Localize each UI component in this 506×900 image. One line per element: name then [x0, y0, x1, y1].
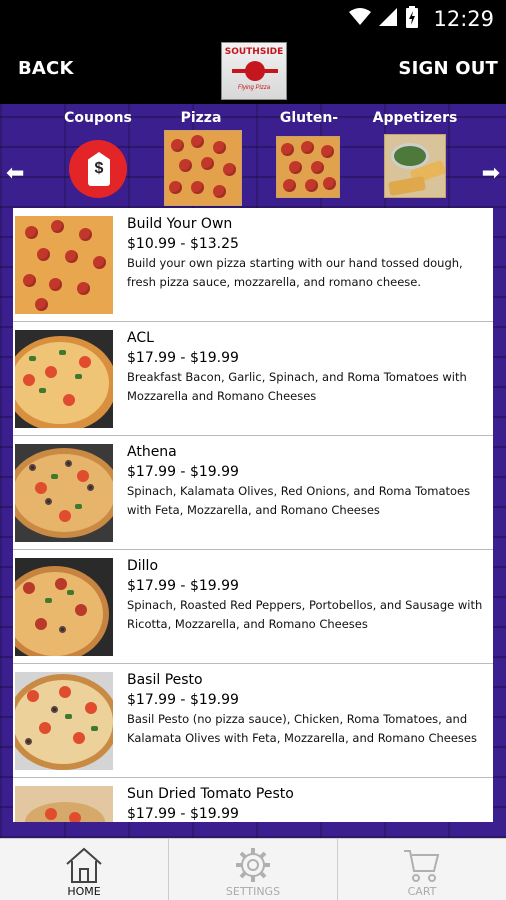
- category-pizza[interactable]: Pizza: [156, 104, 246, 206]
- menu-item-acl[interactable]: ACL $17.99 - $19.99 Breakfast Bacon, Gar…: [13, 322, 493, 436]
- status-bar: 12:29: [0, 0, 506, 38]
- pizza-image: [15, 558, 113, 656]
- pizza-image: [15, 672, 113, 770]
- status-time: 12:29: [433, 7, 494, 31]
- item-name: Basil Pesto: [127, 672, 203, 688]
- pizza-image: [15, 330, 113, 428]
- item-description: Spinach, Kalamata Olives, Red Onions, an…: [127, 484, 471, 517]
- tab-settings[interactable]: SETTINGS: [169, 839, 338, 900]
- logo-mark-icon: [232, 61, 278, 81]
- tab-label: CART: [407, 885, 437, 898]
- pizza-image: [15, 786, 113, 822]
- item-name: Build Your Own: [127, 216, 233, 232]
- item-text: Dillo $17.99 - $19.99 Spinach, Roasted R…: [127, 556, 487, 634]
- gear-icon: [233, 845, 273, 890]
- item-price: $17.99 - $19.99: [127, 806, 239, 822]
- item-name: Dillo: [127, 558, 159, 574]
- item-name: ACL: [127, 330, 154, 346]
- item-price: $17.99 - $19.99: [127, 464, 239, 480]
- cart-icon: [402, 845, 442, 890]
- item-description: Basil Pesto (no pizza sauce), Chicken, R…: [127, 712, 477, 745]
- item-text: Build Your Own $10.99 - $13.25 Build you…: [127, 214, 487, 292]
- tab-label: HOME: [67, 885, 101, 898]
- category-label: Appetizers: [372, 110, 458, 126]
- status-icons: 12:29: [349, 5, 494, 33]
- item-price: $17.99 - $19.99: [127, 692, 239, 708]
- category-label: Coupons: [64, 110, 132, 126]
- category-label: Gluten-Free: [279, 110, 339, 154]
- menu-item-sun-dried-tomato-pesto[interactable]: Sun Dried Tomato Pesto $17.99 - $19.99: [13, 778, 493, 822]
- arrow-right-icon[interactable]: ➡: [482, 161, 500, 186]
- logo-subtext: Flying Pizza: [237, 85, 271, 91]
- item-price: $10.99 - $13.25: [127, 236, 239, 252]
- item-description: Spinach, Roasted Red Peppers, Portobello…: [127, 598, 483, 631]
- coupon-symbol: $: [94, 160, 104, 177]
- item-text: Sun Dried Tomato Pesto $17.99 - $19.99: [127, 784, 487, 822]
- battery-charging-icon: [405, 5, 419, 33]
- restaurant-logo: SOUTHSIDE Flying Pizza: [221, 42, 287, 100]
- menu-item-dillo[interactable]: Dillo $17.99 - $19.99 Spinach, Roasted R…: [13, 550, 493, 664]
- category-label: Pizza: [180, 110, 222, 126]
- coupon-icon[interactable]: $: [69, 140, 127, 198]
- menu-item-basil-pesto[interactable]: Basil Pesto $17.99 - $19.99 Basil Pesto …: [13, 664, 493, 778]
- item-price: $17.99 - $19.99: [127, 350, 239, 366]
- tab-label: SETTINGS: [225, 885, 281, 898]
- item-text: Basil Pesto $17.99 - $19.99 Basil Pesto …: [127, 670, 487, 748]
- tab-home[interactable]: HOME: [0, 839, 169, 900]
- item-description: Breakfast Bacon, Garlic, Spinach, and Ro…: [127, 370, 467, 403]
- arrow-left-icon[interactable]: ⬅: [6, 161, 24, 186]
- item-description: Build your own pizza starting with our h…: [127, 256, 463, 289]
- category-gluten-free[interactable]: Gluten-Free: [264, 104, 354, 198]
- item-name: Sun Dried Tomato Pesto: [127, 786, 294, 802]
- pizza-image: [15, 444, 113, 542]
- item-text: Athena $17.99 - $19.99 Spinach, Kalamata…: [127, 442, 487, 520]
- top-bar: BACK SOUTHSIDE Flying Pizza SIGN OUT: [0, 38, 506, 104]
- menu-list[interactable]: Build Your Own $10.99 - $13.25 Build you…: [13, 208, 493, 822]
- sign-out-button[interactable]: SIGN OUT: [398, 58, 498, 79]
- wifi-icon: [349, 7, 372, 31]
- back-button[interactable]: BACK: [18, 58, 74, 79]
- item-text: ACL $17.99 - $19.99 Breakfast Bacon, Gar…: [127, 328, 487, 406]
- menu-item-athena[interactable]: Athena $17.99 - $19.99 Spinach, Kalamata…: [13, 436, 493, 550]
- bottom-tab-bar: HOME SETTINGS CART: [0, 838, 506, 900]
- signal-icon: [379, 7, 398, 31]
- logo-text: SOUTHSIDE: [224, 47, 284, 57]
- pizza-image: [15, 216, 113, 314]
- category-coupons[interactable]: Coupons: [53, 104, 143, 126]
- menu-item-build-your-own[interactable]: Build Your Own $10.99 - $13.25 Build you…: [13, 208, 493, 322]
- gluten-free-thumbnail: [276, 136, 340, 198]
- home-icon: [64, 845, 104, 890]
- tab-cart[interactable]: CART: [338, 839, 506, 900]
- item-name: Athena: [127, 444, 177, 460]
- category-appetizers[interactable]: Appetizers: [370, 104, 460, 198]
- appetizers-thumbnail: [384, 134, 446, 198]
- item-price: $17.99 - $19.99: [127, 578, 239, 594]
- pizza-thumbnail: [164, 130, 242, 206]
